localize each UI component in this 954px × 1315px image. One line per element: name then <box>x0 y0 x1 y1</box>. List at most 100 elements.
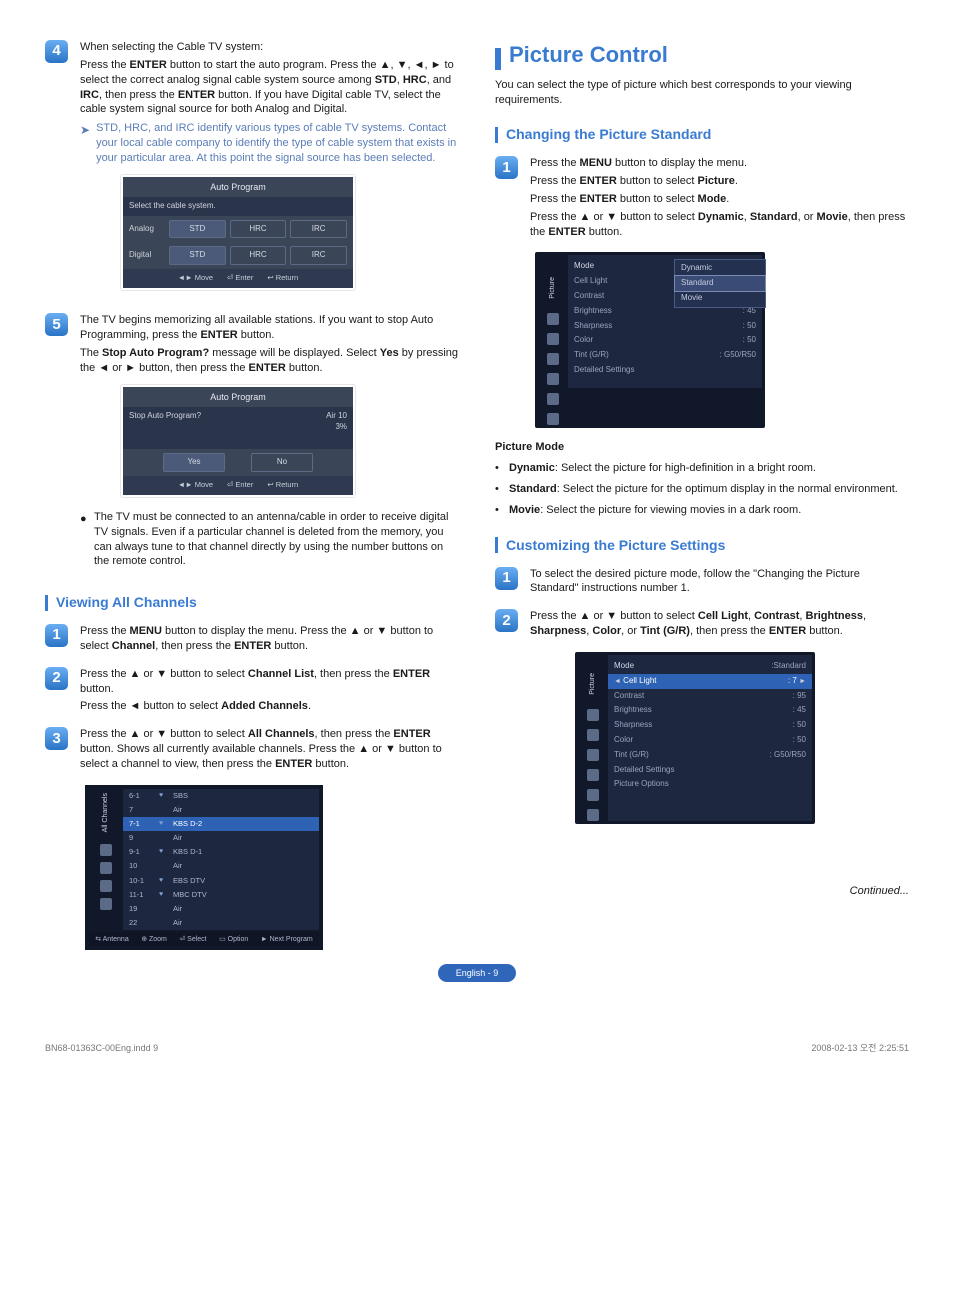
channel-row[interactable]: 19Air <box>123 902 319 916</box>
heading-bar-icon <box>495 48 501 70</box>
sidebar-icon <box>547 313 559 325</box>
view-step-1-number: 1 <box>45 624 68 647</box>
channel-row[interactable]: 7Air <box>123 803 319 817</box>
menu-line: Mode:Standard <box>614 659 806 674</box>
sidebar-icon <box>100 898 112 910</box>
step-4-number: 4 <box>45 40 68 63</box>
step-4-line2: Press the ENTER button to start the auto… <box>80 58 459 117</box>
menu-line: Sharpness: 50 <box>574 319 756 334</box>
channel-row[interactable]: 6-1♥SBS <box>123 789 319 803</box>
sidebar-icon <box>587 789 599 801</box>
osd-row-analog: Analog STD HRC IRC <box>123 216 353 243</box>
change-step-1: 1 Press the MENU button to display the m… <box>495 156 909 242</box>
sidebar-icon <box>100 862 112 874</box>
sidebar-icon <box>587 769 599 781</box>
channel-row[interactable]: 10Air <box>123 859 319 873</box>
antenna-note: ● The TV must be connected to an antenna… <box>80 510 459 569</box>
mode-option-standard[interactable]: Standard <box>674 275 766 292</box>
step-4: 4 When selecting the Cable TV system: Pr… <box>45 40 459 303</box>
channel-row[interactable]: 11-1♥MBC DTV <box>123 888 319 902</box>
right-column: Picture Control You can select the type … <box>495 40 909 950</box>
osd-picture-mode: Picture ModeCell LightContrastBrightness… <box>535 252 765 428</box>
change-step-1-number: 1 <box>495 156 518 179</box>
sidebar-icon <box>547 373 559 385</box>
step-5: 5 The TV begins memorizing all available… <box>45 313 459 575</box>
menu-line: Sharpness: 50 <box>614 718 806 733</box>
analog-std[interactable]: STD <box>169 220 226 239</box>
channel-list-tab: All Channels <box>101 793 110 832</box>
view-step-2-number: 2 <box>45 667 68 690</box>
osd-title: Auto Program <box>123 387 353 407</box>
step-4-body: When selecting the Cable TV system: Pres… <box>80 40 459 303</box>
customizing-picture-settings-heading: Customizing the Picture Settings <box>495 536 909 555</box>
view-step-1: 1 Press the MENU button to display the m… <box>45 624 459 657</box>
viewing-all-channels-heading: Viewing All Channels <box>45 593 459 612</box>
sidebar-icon <box>100 844 112 856</box>
sidebar-icon <box>587 729 599 741</box>
osd-content: Mode:Standard◄ Cell Light: 7 ►Contrast: … <box>608 655 812 821</box>
changing-picture-standard-heading: Changing the Picture Standard <box>495 125 909 144</box>
view-step-3: 3 Press the ▲ or ▼ button to select All … <box>45 727 459 775</box>
channel-row[interactable]: 9Air <box>123 831 319 845</box>
yes-button[interactable]: Yes <box>163 453 225 472</box>
channel-list-sidebar: All Channels <box>89 789 123 930</box>
menu-line: Tint (G/R): G50/R50 <box>574 348 756 363</box>
osd-sidebar: Picture <box>578 655 608 821</box>
sidebar-icon <box>547 393 559 405</box>
arrow-icon: ➤ <box>80 121 90 166</box>
channel-row[interactable]: 10-1♥EBS DTV <box>123 874 319 888</box>
sidebar-icon <box>587 809 599 821</box>
menu-line: Tint (G/R): G50/R50 <box>614 748 806 763</box>
channel-row[interactable]: 7-1♥KBS D-2 <box>123 817 319 831</box>
custom-step-1-number: 1 <box>495 567 518 590</box>
sidebar-icon <box>547 413 559 425</box>
continued-label: Continued... <box>495 884 909 899</box>
step-5-line2: The Stop Auto Program? message will be d… <box>80 346 459 376</box>
digital-std[interactable]: STD <box>169 246 226 265</box>
heading-bar-icon <box>495 127 498 143</box>
custom-step-2: 2 Press the ▲ or ▼ button to select Cell… <box>495 609 909 642</box>
osd-progress: Air 10 3% <box>326 411 347 433</box>
menu-line: Picture Options <box>614 777 806 792</box>
menu-line: Contrast: 95 <box>614 689 806 704</box>
menu-line: Detailed Settings <box>574 363 756 378</box>
osd-yes-no: Yes No <box>123 449 353 476</box>
mode-option-dynamic[interactable]: Dynamic <box>675 261 765 276</box>
osd-footer: ◄► Move ⏎ Enter ↩ Return <box>123 269 353 288</box>
osd-footer: ◄► Move ⏎ Enter ↩ Return <box>123 476 353 495</box>
channel-row[interactable]: 9-1♥KBS D-1 <box>123 845 319 859</box>
sidebar-icon <box>100 880 112 892</box>
step-5-number: 5 <box>45 313 68 336</box>
picture-control-intro: You can select the type of picture which… <box>495 78 909 108</box>
channel-rows: 6-1♥SBS7Air7-1♥KBS D-29Air9-1♥KBS D-110A… <box>123 789 319 930</box>
channel-row[interactable]: 22Air <box>123 916 319 930</box>
digital-hrc[interactable]: HRC <box>230 246 287 265</box>
document-footer: BN68-01363C-00Eng.indd 9 2008-02-13 오전 2… <box>45 1042 909 1054</box>
view-step-2: 2 Press the ▲ or ▼ button to select Chan… <box>45 667 459 718</box>
step-5-body: The TV begins memorizing all available s… <box>80 313 459 575</box>
osd-auto-program-cable: Auto Program Select the cable system. An… <box>120 174 356 292</box>
view-step-3-number: 3 <box>45 727 68 750</box>
osd-title: Auto Program <box>123 177 353 197</box>
osd-sidebar: Picture <box>538 255 568 425</box>
sidebar-icon <box>547 353 559 365</box>
osd-content: ModeCell LightContrastBrightness: 45Shar… <box>568 255 762 387</box>
doc-footer-right: 2008-02-13 오전 2:25:51 <box>811 1042 909 1054</box>
picture-mode-subheading: Picture Mode <box>495 440 909 455</box>
menu-line: Color: 50 <box>614 733 806 748</box>
bullet-icon: ● <box>80 510 86 569</box>
menu-line: Detailed Settings <box>614 763 806 778</box>
analog-hrc[interactable]: HRC <box>230 220 287 239</box>
sidebar-icon <box>587 709 599 721</box>
osd-message: Stop Auto Program? Air 10 3% <box>123 407 353 449</box>
sidebar-icon <box>587 749 599 761</box>
menu-line[interactable]: ◄ Cell Light: 7 ► <box>608 674 812 689</box>
no-button[interactable]: No <box>251 453 313 472</box>
digital-irc[interactable]: IRC <box>290 246 347 265</box>
mode-option-movie[interactable]: Movie <box>675 291 765 306</box>
custom-step-2-number: 2 <box>495 609 518 632</box>
analog-irc[interactable]: IRC <box>290 220 347 239</box>
mode-submenu: Dynamic Standard Movie <box>674 259 766 307</box>
page-number-badge: English - 9 <box>438 964 517 982</box>
page-columns: 4 When selecting the Cable TV system: Pr… <box>45 40 909 950</box>
